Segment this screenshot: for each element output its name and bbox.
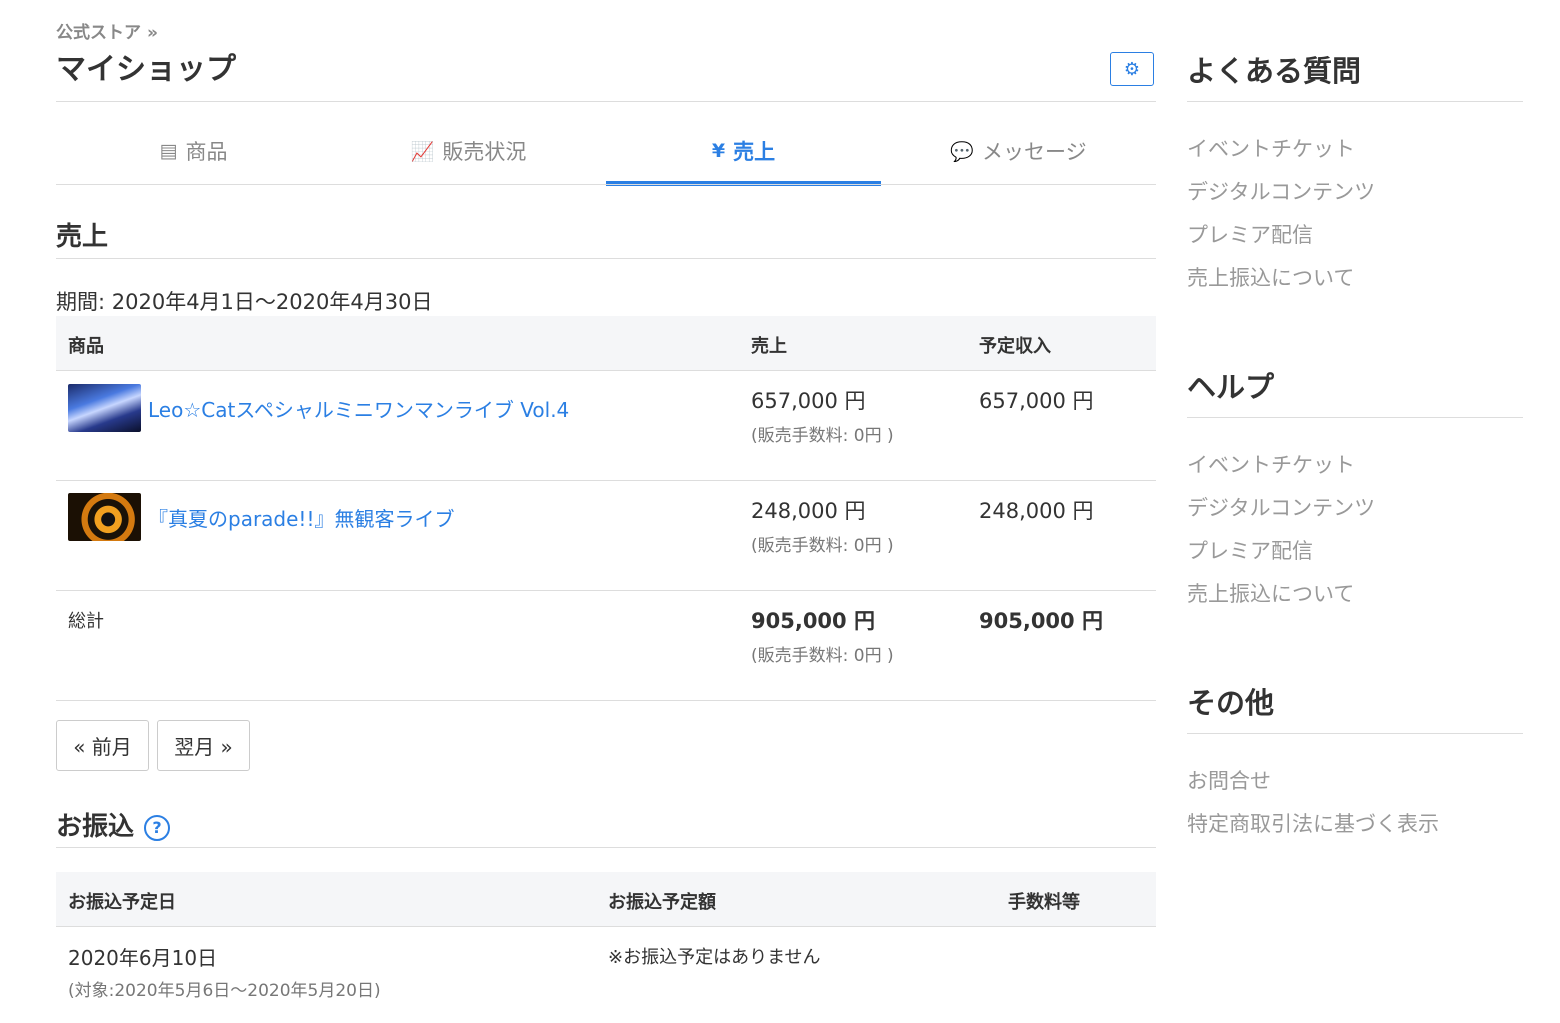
- help-link-digital-content[interactable]: デジタルコンテンツ: [1187, 492, 1375, 522]
- transfer-amount: ※お振込予定はありません: [608, 947, 821, 968]
- sales-section-title: 売上: [56, 222, 109, 252]
- tab-label: メッセージ: [982, 140, 1087, 164]
- column-header-transfer-fee: 手数料等: [1008, 892, 1080, 913]
- gear-icon: ⚙: [1123, 58, 1141, 80]
- divider: [56, 480, 1156, 481]
- divider: [56, 847, 1156, 848]
- column-header-transfer-date: お振込予定日: [68, 892, 176, 913]
- column-header-expected: 予定収入: [979, 336, 1051, 357]
- divider: [56, 590, 1156, 591]
- tab-label: 販売状況: [442, 140, 527, 164]
- chat-icon: 💬: [950, 140, 975, 163]
- help-icon[interactable]: ?: [144, 814, 171, 841]
- transfer-range: (対象:2020年5月6日〜2020年5月20日): [68, 981, 381, 1001]
- sales-amount: 657,000 円: [751, 389, 866, 413]
- sales-table-header: 商品 売上 予定収入: [56, 316, 1156, 371]
- expected-amount: 657,000 円: [979, 389, 1094, 413]
- help-link-premiere[interactable]: プレミア配信: [1187, 535, 1313, 565]
- transfer-title-text: お振込: [56, 812, 135, 842]
- divider: [56, 184, 1156, 185]
- sales-fee: (販売手数料: 0円 ): [751, 426, 894, 446]
- tab-sales[interactable]: ¥ 売上: [606, 118, 881, 186]
- column-header-transfer-amount: お振込予定額: [608, 892, 716, 913]
- period-text: 期間: 2020年4月1日〜2020年4月30日: [56, 290, 433, 314]
- prev-month-button[interactable]: « 前月: [56, 720, 149, 771]
- divider: [56, 700, 1156, 701]
- column-header-product: 商品: [68, 336, 104, 357]
- help-link-event-ticket[interactable]: イベントチケット: [1187, 449, 1355, 479]
- transfer-table-header: お振込予定日 お振込予定額 手数料等: [56, 872, 1156, 927]
- breadcrumb-link-store[interactable]: 公式ストア: [56, 23, 141, 43]
- divider: [56, 258, 1156, 259]
- sales-amount: 248,000 円: [751, 499, 866, 523]
- tab-label: 商品: [185, 140, 228, 164]
- faq-link-premiere[interactable]: プレミア配信: [1187, 219, 1313, 249]
- tab-label: 売上: [733, 140, 776, 164]
- divider: [1187, 101, 1523, 102]
- next-month-button[interactable]: 翌月 »: [157, 720, 250, 771]
- help-title: ヘルプ: [1187, 370, 1275, 404]
- tab-sales-status[interactable]: 📈 販売状況: [331, 118, 606, 184]
- other-link-contact[interactable]: お問合せ: [1187, 765, 1271, 795]
- sales-fee: (販売手数料: 0円 ): [751, 536, 894, 556]
- tab-products[interactable]: ▤ 商品: [56, 118, 331, 184]
- other-title: その他: [1187, 686, 1275, 720]
- total-sales: 905,000 円: [751, 609, 875, 633]
- divider: [1187, 417, 1523, 418]
- column-header-sales: 売上: [751, 336, 787, 357]
- divider: [1187, 733, 1523, 734]
- tab-bar: ▤ 商品 📈 販売状況 ¥ 売上 💬 メッセージ: [56, 118, 1156, 186]
- tab-messages[interactable]: 💬 メッセージ: [881, 118, 1156, 184]
- total-label: 総計: [68, 611, 104, 632]
- yen-icon: ¥: [711, 140, 726, 162]
- product-thumbnail: [68, 493, 141, 541]
- product-thumbnail: [68, 384, 141, 432]
- help-link-sales-transfer[interactable]: 売上振込について: [1187, 578, 1354, 608]
- transfer-date: 2020年6月10日: [68, 946, 218, 970]
- product-link[interactable]: Leo☆Catスペシャルミニワンマンライブ Vol.4: [148, 394, 569, 423]
- faq-title: よくある質問: [1187, 54, 1362, 88]
- product-link[interactable]: 『真夏のparade!!』無観客ライブ: [148, 503, 454, 532]
- total-expected: 905,000 円: [979, 609, 1103, 633]
- faq-link-sales-transfer[interactable]: 売上振込について: [1187, 262, 1354, 292]
- expected-amount: 248,000 円: [979, 499, 1094, 523]
- breadcrumb: 公式ストア »: [56, 18, 158, 43]
- divider: [56, 101, 1156, 102]
- total-fee: (販売手数料: 0円 ): [751, 646, 894, 666]
- settings-button[interactable]: ⚙: [1110, 52, 1154, 86]
- other-link-commerce-law[interactable]: 特定商取引法に基づく表示: [1187, 808, 1439, 838]
- page-title: マイショップ: [56, 52, 236, 87]
- transfer-section-title: お振込?: [56, 806, 171, 843]
- breadcrumb-separator: »: [147, 23, 158, 43]
- faq-link-event-ticket[interactable]: イベントチケット: [1187, 133, 1355, 163]
- list-icon: ▤: [159, 140, 178, 162]
- faq-link-digital-content[interactable]: デジタルコンテンツ: [1187, 176, 1375, 206]
- chart-icon: 📈: [410, 140, 435, 163]
